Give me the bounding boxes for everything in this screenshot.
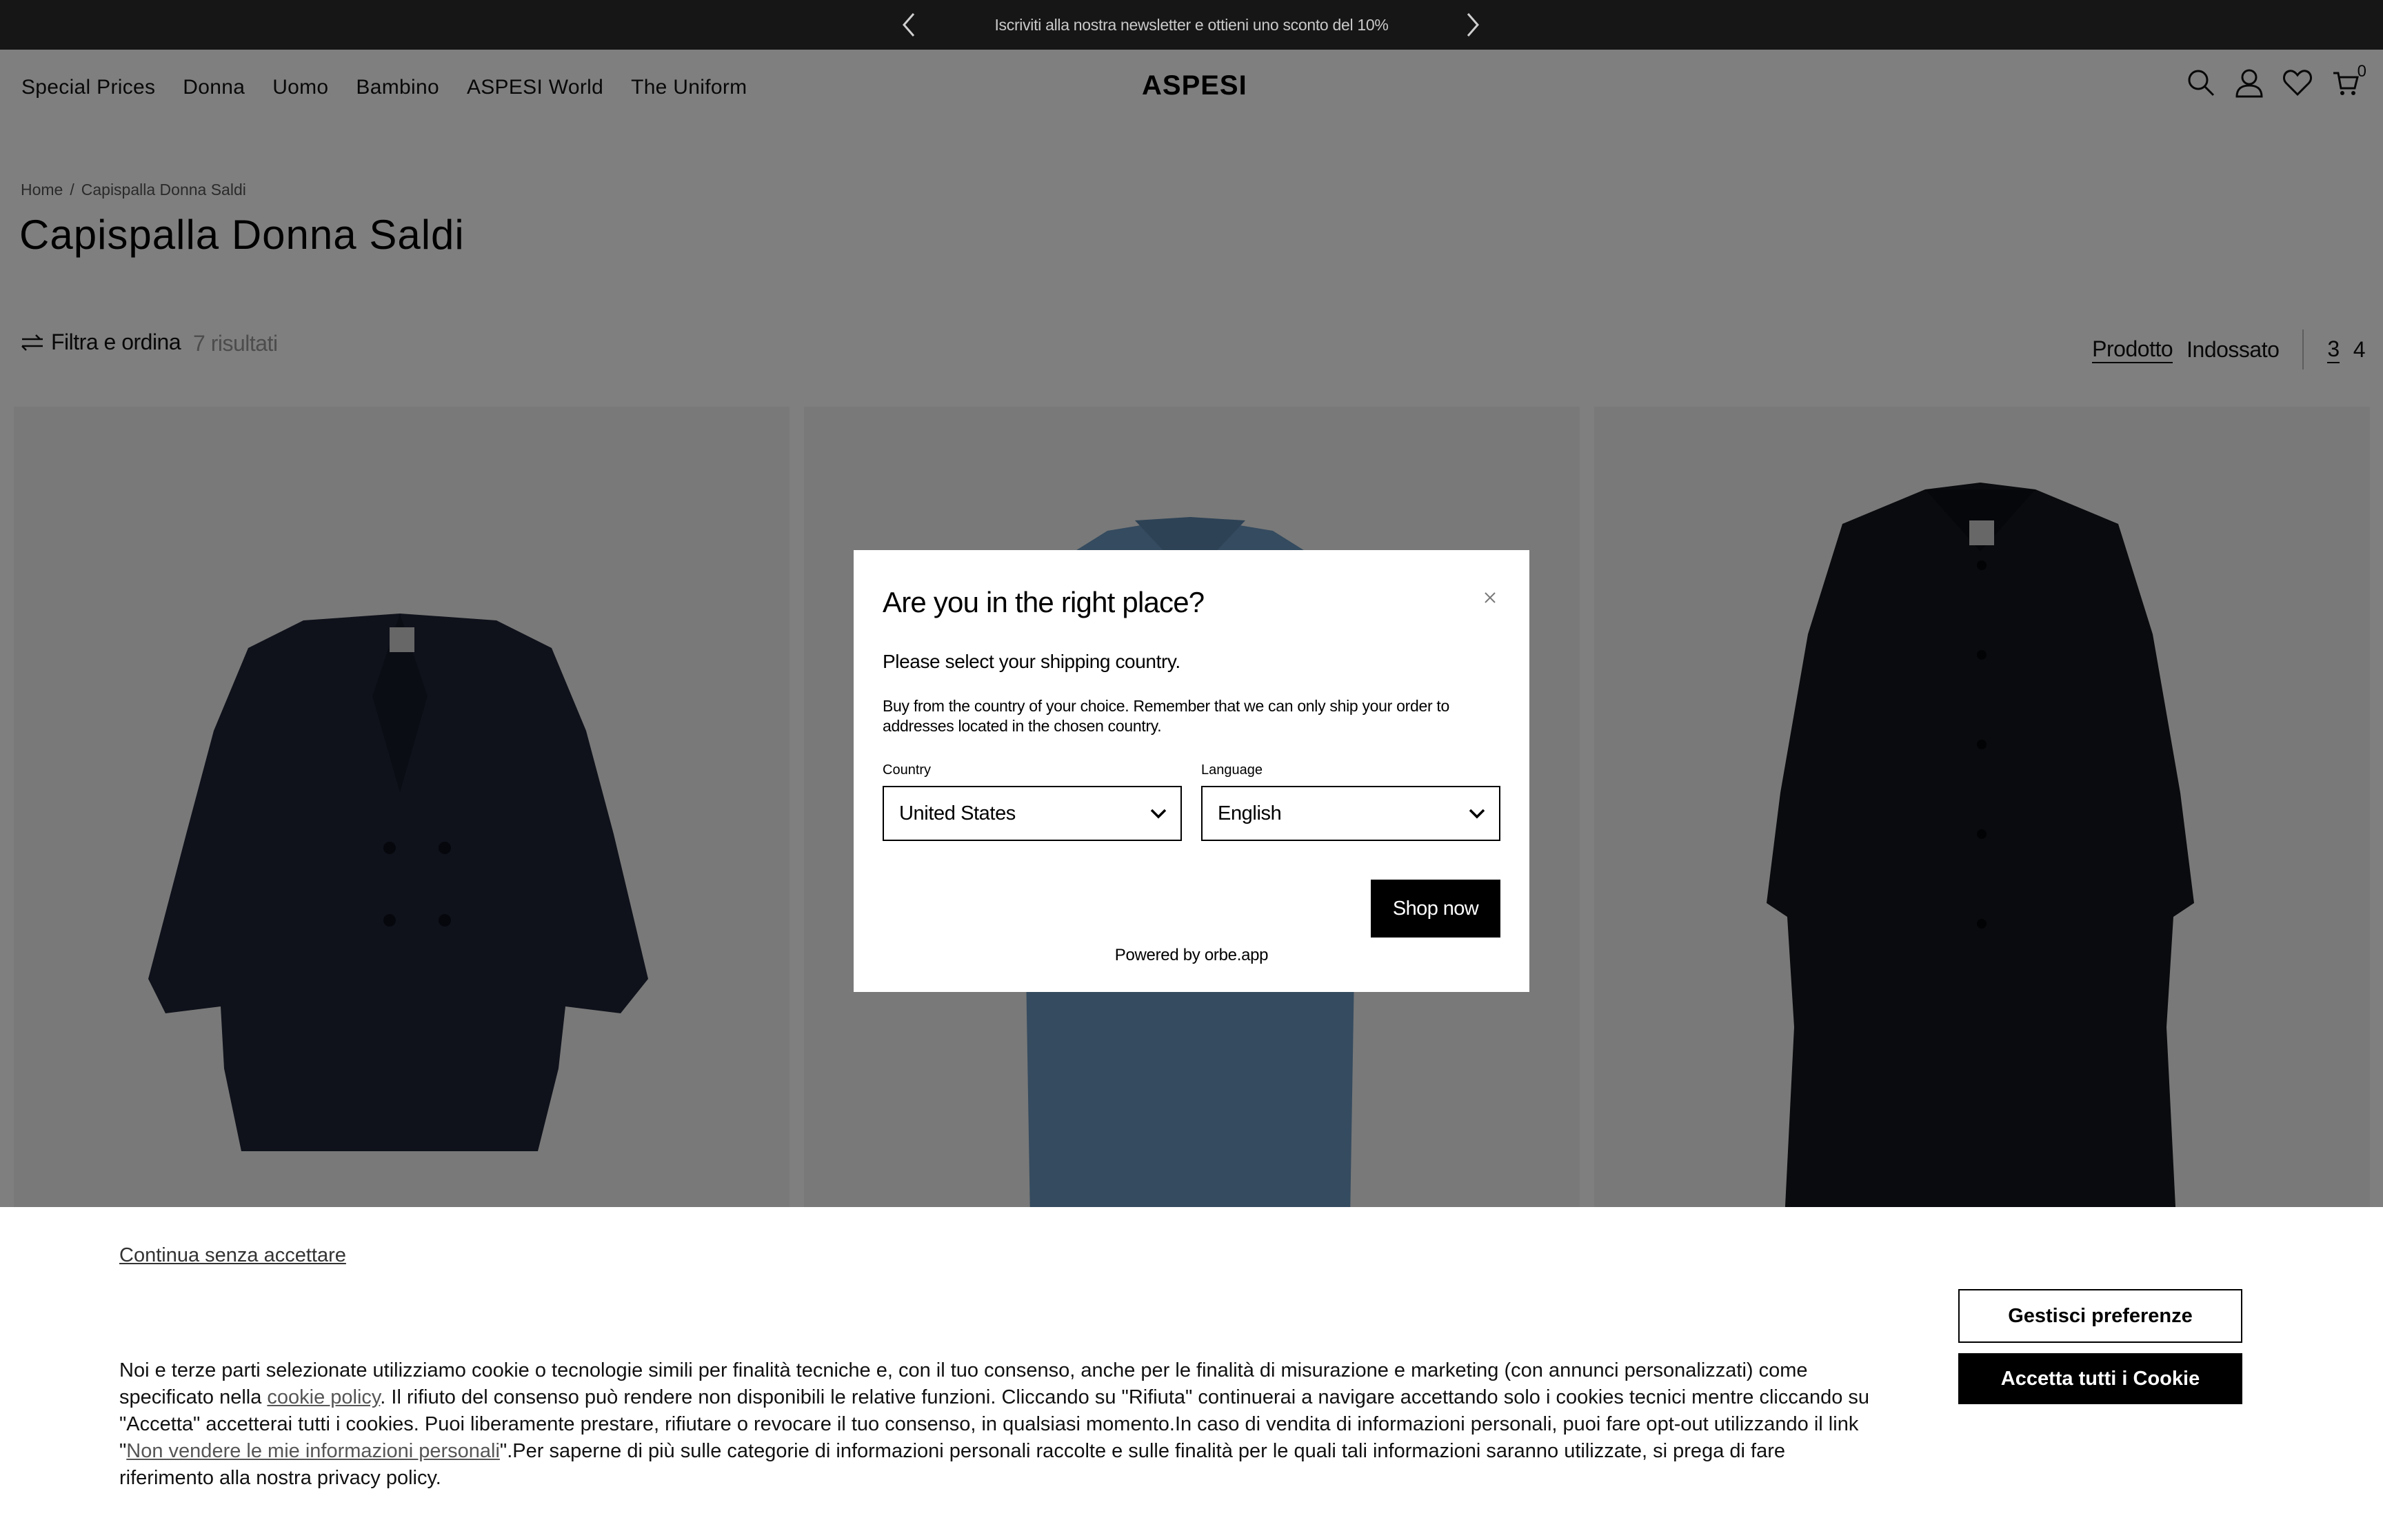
modal-description: Buy from the country of your choice. Rem…: [883, 697, 1449, 735]
country-label: Country: [883, 762, 932, 778]
continue-without-accepting-link[interactable]: Continua senza accettare: [119, 1244, 346, 1267]
chevron-right-icon[interactable]: [1458, 10, 1488, 40]
do-not-sell-link[interactable]: Non vendere le mie informazioni personal…: [126, 1440, 500, 1462]
modal-subtitle: Please select your shipping country.: [883, 651, 1180, 672]
cookie-policy-link[interactable]: cookie policy: [267, 1386, 380, 1408]
chevron-down-icon: [1150, 809, 1167, 819]
modal-title: Are you in the right place?: [883, 586, 1205, 618]
powered-by-text: Powered by orbe.app: [1114, 946, 1269, 964]
language-label: Language: [1201, 762, 1263, 778]
chevron-left-icon[interactable]: [894, 10, 924, 40]
country-selector-modal: Are you in the right place? Please selec…: [854, 550, 1529, 992]
close-icon[interactable]: [1480, 587, 1500, 608]
country-select-value: United States: [899, 802, 1016, 824]
announcement-bar: Iscriviti alla nostra newsletter e ottie…: [0, 0, 2383, 50]
shop-now-button[interactable]: Shop now: [1371, 880, 1500, 938]
accept-all-cookies-button[interactable]: Accetta tutti i Cookie: [1958, 1353, 2242, 1404]
manage-preferences-button[interactable]: Gestisci preferenze: [1958, 1289, 2242, 1343]
language-select[interactable]: English: [1201, 786, 1500, 841]
language-select-value: English: [1218, 802, 1282, 824]
cookie-notice-text: Noi e terze parti selezionate utilizziam…: [119, 1357, 1871, 1492]
country-select[interactable]: United States: [883, 786, 1182, 841]
cookie-banner: Continua senza accettare Noi e terze par…: [0, 1207, 2383, 1540]
announcement-text[interactable]: Iscriviti alla nostra newsletter e ottie…: [994, 16, 1388, 34]
chevron-down-icon: [1469, 809, 1485, 819]
